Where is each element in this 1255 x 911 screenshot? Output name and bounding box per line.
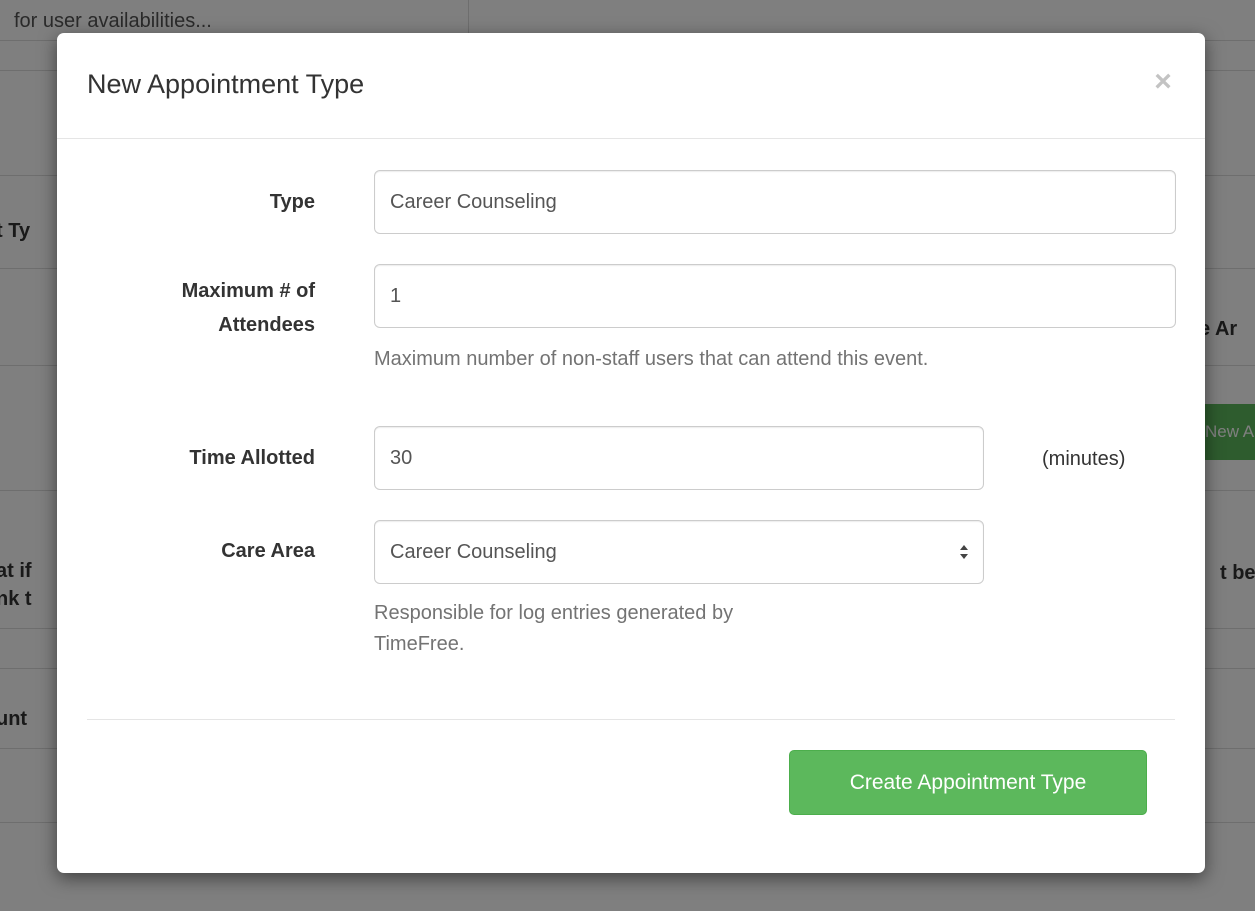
care-area-select[interactable]: Career Counseling bbox=[374, 520, 984, 584]
max-attendees-label-line2: Attendees bbox=[218, 314, 315, 336]
care-area-help: Responsible for log entries generated by… bbox=[374, 598, 733, 660]
modal-footer-divider bbox=[87, 719, 1175, 720]
select-updown-icon bbox=[960, 545, 968, 559]
type-input[interactable]: Career Counseling bbox=[374, 170, 1176, 234]
max-attendees-input[interactable]: 1 bbox=[374, 264, 1176, 328]
create-appointment-type-button[interactable]: Create Appointment Type bbox=[789, 750, 1147, 815]
care-area-help-line2: TimeFree. bbox=[374, 633, 465, 655]
time-allotted-input[interactable]: 30 bbox=[374, 426, 984, 490]
new-appointment-type-dialog: New Appointment Type × Type Career Couns… bbox=[57, 33, 1205, 873]
max-attendees-help: Maximum number of non-staff users that c… bbox=[374, 348, 929, 370]
care-area-label: Care Area bbox=[221, 540, 315, 562]
type-label: Type bbox=[269, 191, 315, 213]
care-area-selected-value: Career Counseling bbox=[390, 541, 557, 563]
max-attendees-label: Maximum # of Attendees bbox=[57, 277, 315, 339]
time-allotted-label: Time Allotted bbox=[189, 447, 315, 469]
modal-title: New Appointment Type bbox=[87, 69, 365, 99]
care-area-help-line1: Responsible for log entries generated by bbox=[374, 602, 734, 624]
modal-header: New Appointment Type × bbox=[57, 33, 1205, 139]
max-attendees-label-line1: Maximum # of bbox=[181, 280, 315, 302]
close-icon[interactable]: × bbox=[1151, 67, 1175, 97]
time-allotted-unit: (minutes) bbox=[1042, 448, 1126, 470]
